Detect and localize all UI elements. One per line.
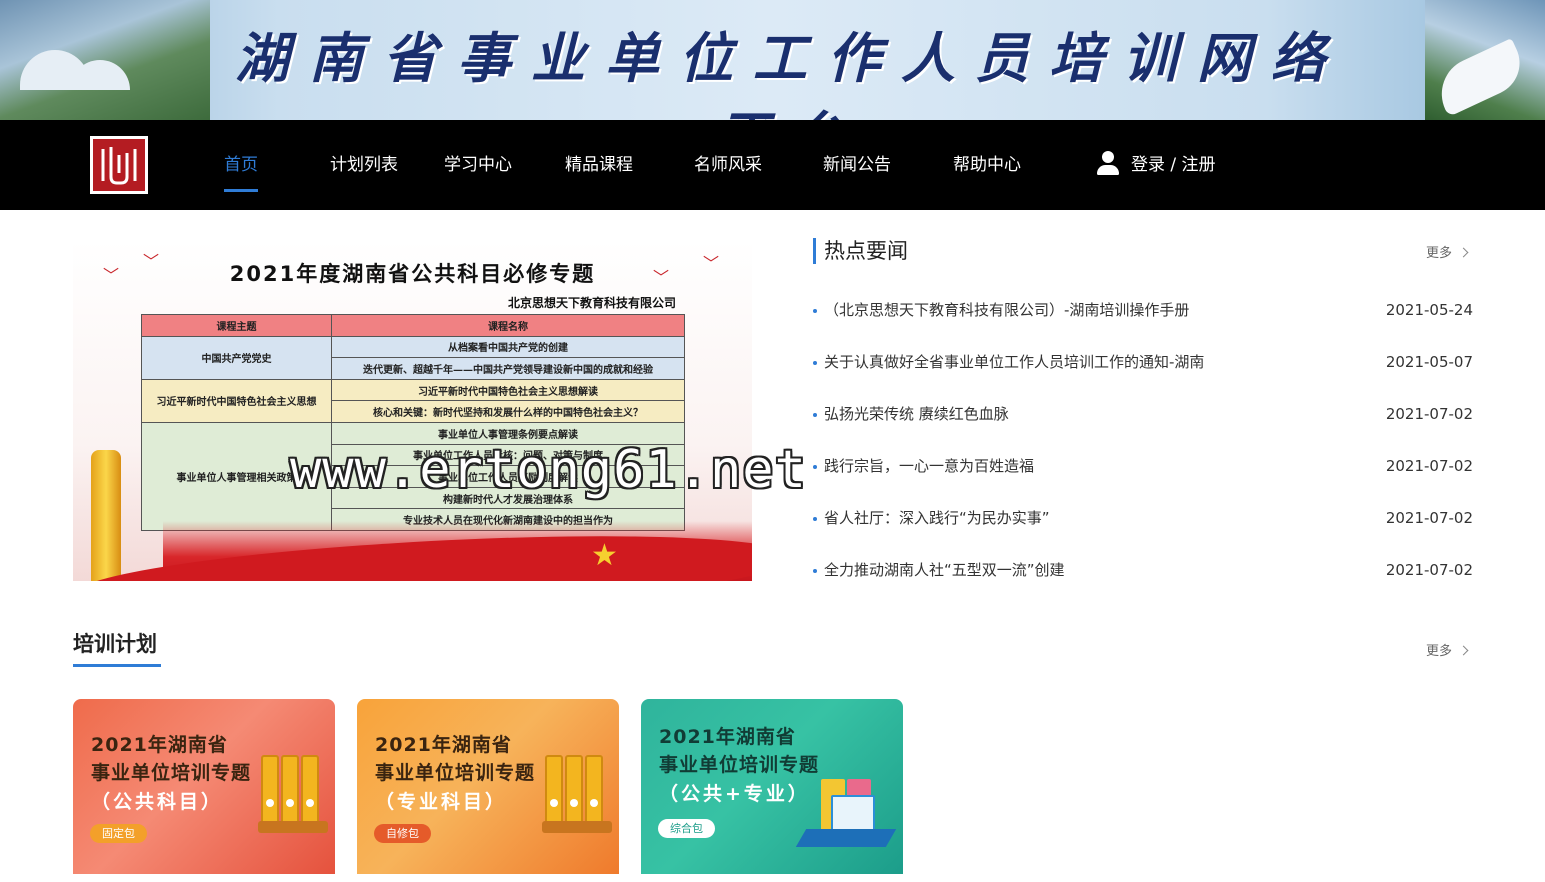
main-nav: 首页 计划列表 学习中心 精品课程 名师风采 新闻公告 帮助中心 登录 / 注册 xyxy=(0,120,1545,210)
news-title: 践行宗旨，一心一意为百姓造福 xyxy=(824,457,1035,475)
feature-title: 2021年度湖南省公共科目必修专题 xyxy=(229,262,596,286)
plan-card-public[interactable]: 2021年湖南省 事业单位培训专题 （公共科目） 固定包 xyxy=(73,699,335,874)
card-title: 2021年湖南省 事业单位培训专题 xyxy=(375,731,535,787)
binder-icon xyxy=(281,755,299,825)
news-title: 弘扬光荣传统 赓续红色血脉 xyxy=(824,405,1009,423)
binder-icon xyxy=(545,755,563,825)
card-title: 2021年湖南省 事业单位培训专题 xyxy=(659,723,819,779)
card-title-line: 事业单位培训专题 xyxy=(659,754,820,776)
table-topic: 习近平新时代中国特色社会主义思想 xyxy=(141,378,332,423)
card-tag: 综合包 xyxy=(658,819,715,838)
news-title: 省人社厅：深入践行“为民办实事” xyxy=(824,509,1050,527)
binder-icon xyxy=(585,755,603,825)
nav-home[interactable]: 首页 xyxy=(224,120,258,210)
news-more-link[interactable]: 更多 xyxy=(1426,242,1469,261)
header-banner: 湖南省事业单位工作人员培训网络平台 xyxy=(0,0,1545,120)
news-list: （北京思想天下教育科技有限公司）-湖南培训操作手册 2021-05-24 关于认真… xyxy=(813,284,1473,596)
card-title-line: 事业单位培训专题 xyxy=(91,762,252,784)
news-title: （北京思想天下教育科技有限公司）-湖南培训操作手册 xyxy=(824,301,1190,319)
table-header: 课程主题 xyxy=(141,314,332,337)
nav-plan-list[interactable]: 计划列表 xyxy=(330,120,398,210)
table-topic: 中国共产党党史 xyxy=(141,335,332,380)
nav-news[interactable]: 新闻公告 xyxy=(823,120,891,210)
training-plan-heading: 培训计划 xyxy=(73,632,157,656)
binder-icon xyxy=(565,755,583,825)
binder-base xyxy=(258,821,328,833)
binder-base xyxy=(542,821,612,833)
star-icon: ★ xyxy=(591,538,618,573)
feature-subtitle: 北京思想天下教育科技有限公司 xyxy=(507,296,676,310)
site-logo[interactable] xyxy=(90,136,148,194)
news-item[interactable]: 省人社厅：深入践行“为民办实事” 2021-07-02 xyxy=(813,492,1473,544)
logo-mark-icon xyxy=(101,147,137,185)
card-title: 2021年湖南省 事业单位培训专题 xyxy=(91,731,251,787)
plan-card-professional[interactable]: 2021年湖南省 事业单位培训专题 （专业科目） 自修包 xyxy=(357,699,619,874)
table-course: 习近平新时代中国特色社会主义思想解读 xyxy=(331,378,685,402)
news-date: 2021-07-02 xyxy=(1385,405,1473,423)
table-course: 迭代更新、超越千年——中国共产党领导建设新中国的成就和经验 xyxy=(331,357,685,380)
news-title: 关于认真做好全省事业单位工作人员培训工作的通知-湖南 xyxy=(824,353,1205,371)
login-register-link[interactable]: 登录 / 注册 xyxy=(1095,120,1216,210)
chevron-right-icon xyxy=(1458,247,1469,258)
nav-help-center[interactable]: 帮助中心 xyxy=(953,120,1021,210)
plan-card-combined[interactable]: 2021年湖南省 事业单位培训专题 （公共+专业） 综合包 xyxy=(641,699,903,874)
news-date: 2021-05-24 xyxy=(1385,301,1473,319)
card-subtitle: （公共科目） xyxy=(91,791,224,813)
site-title: 湖南省事业单位工作人员培训网络平台 xyxy=(235,26,1345,120)
news-item[interactable]: 全力推动湖南人社“五型双一流”创建 2021-07-02 xyxy=(813,544,1473,596)
news-item[interactable]: （北京思想天下教育科技有限公司）-湖南培训操作手册 2021-05-24 xyxy=(813,284,1473,336)
ship-icon xyxy=(1429,38,1531,117)
news-item[interactable]: 关于认真做好全省事业单位工作人员培训工作的通知-湖南 2021-05-07 xyxy=(813,336,1473,388)
card-title-line: 事业单位培训专题 xyxy=(375,762,536,784)
binder-icon xyxy=(301,755,319,825)
card-title-line: 2021年湖南省 xyxy=(375,734,512,756)
nav-featured-courses[interactable]: 精品课程 xyxy=(565,120,633,210)
chevron-right-icon xyxy=(1458,645,1469,656)
hot-news-heading: 热点要闻 xyxy=(813,238,908,264)
news-item[interactable]: 弘扬光荣传统 赓续红色血脉 2021-07-02 xyxy=(813,388,1473,440)
news-date: 2021-05-07 xyxy=(1385,353,1473,371)
card-tag: 自修包 xyxy=(374,824,431,843)
news-date: 2021-07-02 xyxy=(1385,509,1473,527)
news-date: 2021-07-02 xyxy=(1385,457,1473,475)
watermark-text: www.ertong61.net xyxy=(290,440,807,500)
user-icon xyxy=(1095,150,1121,176)
featured-banner-image[interactable]: ﹀ ﹀ ﹀ ﹀ 2021年度湖南省公共科目必修专题 北京思想天下教育科技有限公司… xyxy=(73,240,752,581)
banner-cityscape-right xyxy=(1425,0,1545,120)
heading-underline xyxy=(73,664,161,667)
shelf-base xyxy=(795,829,897,847)
news-date: 2021-07-02 xyxy=(1385,561,1473,579)
card-subtitle: （专业科目） xyxy=(375,791,508,813)
table-course: 从档案看中国共产党的创建 xyxy=(331,335,685,359)
more-label: 更多 xyxy=(1426,246,1453,261)
huabiao-pillar-decoration xyxy=(91,450,121,581)
more-label: 更多 xyxy=(1426,644,1453,659)
card-subtitle: （公共+专业） xyxy=(659,783,810,805)
news-item[interactable]: 践行宗旨，一心一意为百姓造福 2021-07-02 xyxy=(813,440,1473,492)
login-label: 登录 / 注册 xyxy=(1131,155,1216,175)
card-tag: 固定包 xyxy=(90,824,147,843)
nav-famous-teachers[interactable]: 名师风采 xyxy=(694,120,762,210)
table-course: 核心和关键：新时代坚持和发展什么样的中国特色社会主义？ xyxy=(331,400,685,423)
news-title: 全力推动湖南人社“五型双一流”创建 xyxy=(824,561,1065,579)
binder-icon xyxy=(261,755,279,825)
card-title-line: 2021年湖南省 xyxy=(91,734,228,756)
table-header: 课程名称 xyxy=(331,314,685,337)
plan-more-link[interactable]: 更多 xyxy=(1426,640,1469,659)
banner-cityscape-left xyxy=(0,0,210,120)
nav-study-center[interactable]: 学习中心 xyxy=(444,120,512,210)
card-title-line: 2021年湖南省 xyxy=(659,726,796,748)
